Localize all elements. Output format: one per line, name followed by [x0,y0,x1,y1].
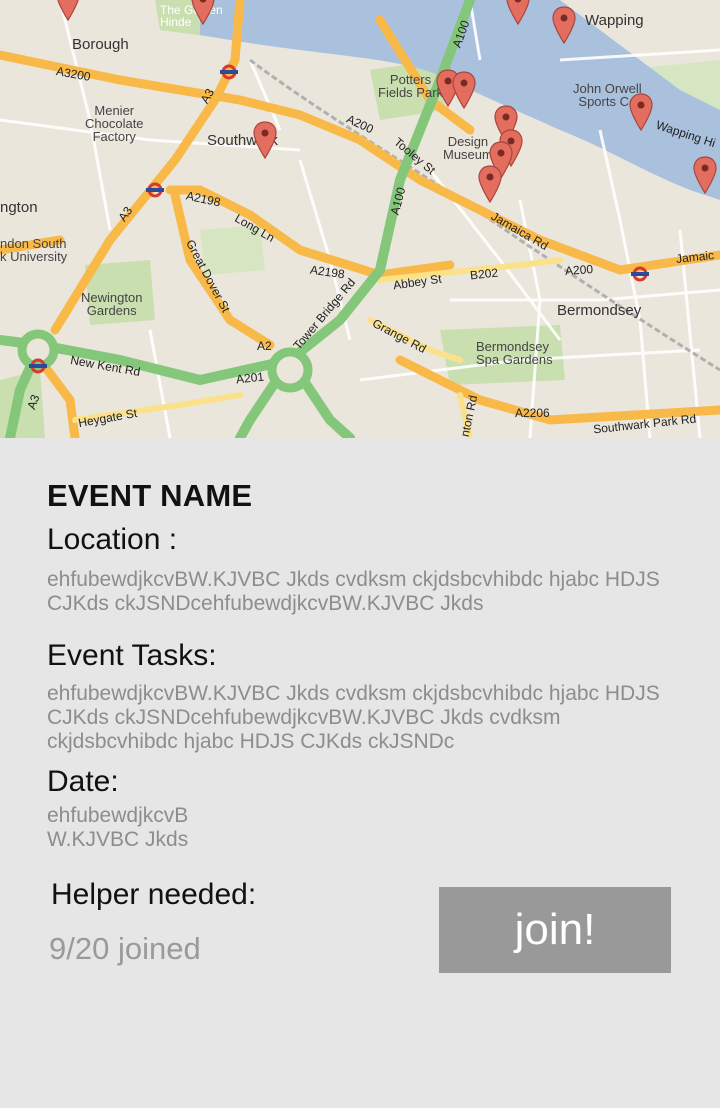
map-marker-icon[interactable] [551,5,577,45]
join-button[interactable]: join! [439,887,671,973]
map-label-menier: Menier Chocolate Factory [85,103,144,144]
map-marker-icon[interactable] [477,164,503,204]
event-name-heading: EVENT NAME [47,478,253,513]
map-view[interactable]: Borough The Golden Hinde Wapping Potters… [0,0,720,438]
map-label-bermondsey: Bermondsey [557,302,642,319]
map-marker-icon[interactable] [692,155,718,195]
map-label-newington-gardens: Newington Gardens [81,290,143,318]
road-label-a200-b: A200 [564,262,594,278]
location-label: Location : [47,523,178,556]
road-label-jamaica-b: Jamaic [675,248,715,266]
map-marker-icon[interactable] [55,0,81,22]
event-tasks-label: Event Tasks: [47,639,217,672]
map-marker-icon[interactable] [190,0,216,26]
event-details-panel: EVENT NAME Location : ehfubewdjkcvBW.KJV… [0,438,720,1108]
map-marker-icon[interactable] [505,0,531,26]
road-label-a201: A201 [235,369,265,387]
map-label-bermondsey-spa: Bermondsey Spa Gardens [476,339,553,367]
map-marker-icon[interactable] [252,120,278,160]
date-label: Date: [47,765,119,798]
map-label-design-museum: Design Museum [443,134,493,162]
map-label-potters-fields: Potters Fields Park [378,72,444,100]
date-text: ehfubewdjkcvB W.KJVBC Jkds [47,804,189,851]
map-label-ngton: ngton [0,199,38,216]
road-label-a2: A2 [257,339,272,353]
helper-needed-label: Helper needed: [51,878,257,911]
map-marker-icon[interactable] [451,70,477,110]
map-label-wapping: Wapping [585,12,644,29]
map-label-london-south: ndon South k University [0,236,68,264]
event-tasks-text: ehfubewdjkcvBW.KJVBC Jkds cvdksm ckjdsbc… [47,682,660,753]
map-label-borough: Borough [72,36,129,53]
joined-count: 9/20 joined [49,931,201,966]
map-marker-icon[interactable] [628,92,654,132]
road-label-a2206: A2206 [515,406,550,420]
location-text: ehfubewdjkcvBW.KJVBC Jkds cvdksm ckjdsbc… [47,568,660,615]
road-label-b202: B202 [469,265,499,283]
